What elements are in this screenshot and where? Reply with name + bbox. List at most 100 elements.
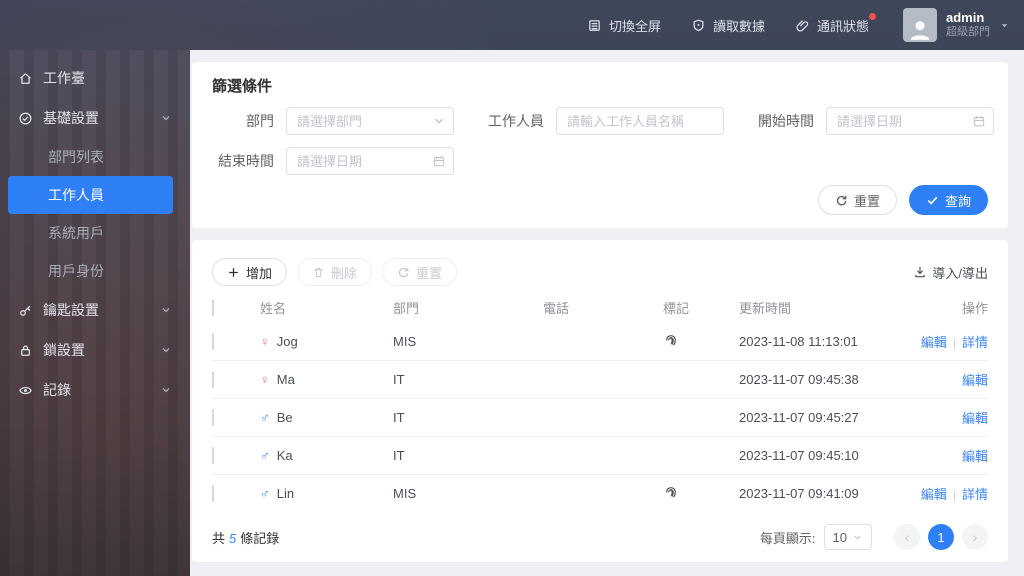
- employee-name: Ka: [276, 448, 293, 463]
- sidebar-item-user-identity[interactable]: 用戶身份: [0, 252, 190, 290]
- row-checkbox[interactable]: [212, 371, 214, 388]
- fullscreen-button[interactable]: 切換全屏: [587, 16, 661, 35]
- row-action-detail[interactable]: 詳情: [962, 487, 988, 502]
- select-all-checkbox[interactable]: [212, 298, 214, 316]
- main-content: 篩選條件 部門 工作人員 開始時間: [190, 50, 1024, 576]
- read-data-button[interactable]: 讀取數據: [691, 16, 765, 35]
- page-1-button[interactable]: 1: [928, 524, 954, 550]
- sidebar-item-department-list[interactable]: 部門列表: [0, 138, 190, 176]
- add-button[interactable]: 增加: [212, 258, 288, 286]
- table-row: ♂ Lin MIS 2023-11-07 09:41:09 編輯 | 詳情: [212, 474, 988, 512]
- department-field-group: 部門: [212, 107, 454, 135]
- download-icon: [915, 266, 926, 278]
- gender-icon: ♀: [260, 333, 270, 349]
- table-toolbar: 增加 刪除 重置 導入/導出: [212, 240, 988, 286]
- row-checkbox[interactable]: [212, 332, 214, 350]
- filter-title: 篩選條件: [212, 78, 273, 95]
- employee-name: Lin: [276, 486, 295, 501]
- gender-icon: ♂: [260, 410, 270, 425]
- comm-status-button[interactable]: 通訊狀態: [795, 12, 876, 35]
- reset-button[interactable]: 重置: [817, 185, 897, 215]
- topbar: 切換全屏 讀取數據 通訊狀態 admin 超級部門: [0, 0, 1024, 50]
- query-button-label: 查詢: [944, 193, 971, 209]
- page-size-value: 10: [832, 529, 847, 545]
- read-data-label: 讀取數據: [712, 18, 765, 34]
- row-action-edit[interactable]: 編輯: [962, 449, 988, 464]
- table-row: ♂ Ka IT 2023-11-07 09:45:10 編輯: [212, 436, 988, 474]
- updated-cell: 2023-11-07 09:45:27: [739, 410, 859, 425]
- gender-icon: ♂: [260, 448, 270, 463]
- row-checkbox[interactable]: [212, 485, 214, 502]
- key-icon: [20, 305, 31, 316]
- action-separator: |: [952, 488, 956, 502]
- department-cell: MIS: [393, 333, 417, 349]
- home-icon: [20, 72, 31, 84]
- sidebar-item-staff[interactable]: 工作人員: [8, 176, 173, 214]
- department-cell: IT: [393, 410, 405, 425]
- user-menu[interactable]: admin 超級部門: [903, 8, 1010, 42]
- settings-icon: [19, 112, 32, 124]
- row-action-detail[interactable]: 詳情: [962, 335, 988, 350]
- sidebar-sub-label: 部門列表: [48, 149, 104, 165]
- next-page-button[interactable]: ›: [962, 524, 988, 550]
- fingerprint-icon: [666, 487, 676, 498]
- start-date-input[interactable]: [826, 107, 994, 135]
- row-checkbox[interactable]: [212, 409, 214, 426]
- updated-cell: 2023-11-07 09:45:38: [739, 372, 859, 387]
- person-icon: [910, 21, 930, 40]
- total-records: 共 5 條記錄: [212, 528, 279, 547]
- check-icon: [927, 196, 938, 205]
- table-reset-button-label: 重置: [416, 265, 443, 281]
- table-reset-button[interactable]: 重置: [382, 258, 458, 286]
- page-size-select[interactable]: 10: [823, 524, 872, 550]
- prev-page-button[interactable]: ‹: [894, 524, 920, 550]
- comm-status-label: 通訊狀態: [816, 18, 869, 34]
- sidebar-item-basic-settings[interactable]: 基礎設置: [0, 98, 190, 138]
- actions-cell: 編輯 | 詳情: [878, 332, 988, 351]
- row-action-edit[interactable]: 編輯: [921, 335, 947, 350]
- row-action-edit[interactable]: 編輯: [962, 411, 988, 426]
- sidebar-item-system-users[interactable]: 系統用戶: [0, 214, 190, 252]
- import-export-button[interactable]: 導入/導出: [913, 263, 988, 282]
- row-action-edit[interactable]: 編輯: [962, 373, 988, 388]
- row-checkbox[interactable]: [212, 447, 214, 464]
- delete-button-label: 刪除: [331, 265, 358, 281]
- filter-row-1: 部門 工作人員 開始時間: [212, 107, 994, 135]
- user-name: admin: [946, 10, 985, 25]
- total-count: 5: [229, 530, 237, 546]
- actions-cell: 編輯: [878, 446, 988, 465]
- sidebar-item-lock-settings[interactable]: 鎖設置: [0, 330, 190, 370]
- actions-cell: 編輯: [878, 370, 988, 389]
- column-header-mark: 標記: [663, 300, 690, 316]
- sidebar-sub-label: 系統用戶: [48, 225, 104, 241]
- add-button-label: 增加: [246, 265, 273, 281]
- sidebar-item-records[interactable]: 記錄: [0, 370, 190, 410]
- chevron-down-icon: [162, 348, 170, 353]
- refresh-icon: [398, 267, 409, 277]
- delete-button[interactable]: 刪除: [297, 258, 373, 286]
- chevron-down-icon: [162, 116, 170, 121]
- sidebar-label: 鎖設置: [43, 342, 85, 358]
- query-button[interactable]: 查詢: [908, 185, 988, 215]
- total-prefix: 共: [212, 530, 226, 546]
- staff-input[interactable]: [556, 107, 724, 135]
- department-cell: IT: [393, 372, 405, 387]
- start-time-field-group: 開始時間: [752, 107, 994, 135]
- gender-icon: ♂: [260, 486, 270, 501]
- chevron-down-icon: [162, 308, 170, 313]
- total-suffix: 條記錄: [240, 530, 280, 546]
- end-date-input[interactable]: [286, 147, 454, 175]
- avatar: [903, 8, 937, 42]
- table-row: ♀ Jog MIS 2023-11-08 11:13:01 編輯 | 詳情: [212, 322, 988, 360]
- sidebar-item-workbench[interactable]: 工作臺: [0, 58, 190, 98]
- end-time-field-group: 結束時間: [212, 147, 454, 175]
- fullscreen-icon: [589, 19, 600, 31]
- sidebar-sub-label: 工作人員: [48, 187, 104, 203]
- department-select[interactable]: [286, 107, 454, 135]
- refresh-icon: [836, 195, 847, 205]
- lock-icon: [21, 345, 30, 356]
- updated-cell: 2023-11-08 11:13:01: [739, 333, 858, 349]
- row-action-edit[interactable]: 編輯: [921, 487, 947, 502]
- sidebar-item-key-settings[interactable]: 鑰匙設置: [0, 290, 190, 330]
- department-cell: IT: [393, 448, 405, 463]
